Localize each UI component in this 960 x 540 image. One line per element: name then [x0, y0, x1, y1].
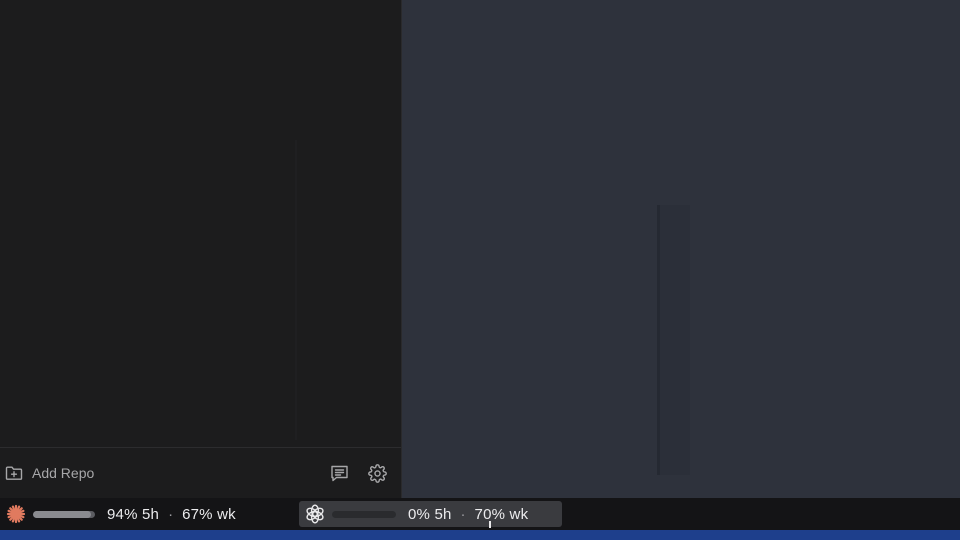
openai-separator: ·	[460, 505, 466, 523]
status-bar: 94% 5h · 67% wk 0% 5h · 70% wk	[0, 498, 960, 530]
sidebar: Add Repo	[0, 0, 402, 498]
mouse-cursor	[489, 521, 491, 528]
openai-logo-icon	[305, 504, 325, 524]
app-window: Add Repo 94% 5h · 67% wk 0% 5h · 70% wk	[0, 0, 960, 540]
sidebar-footer: Add Repo	[0, 447, 401, 498]
main-ghost-panel	[660, 205, 690, 475]
sidebar-resize-ghost	[295, 140, 297, 440]
folder-plus-icon	[5, 464, 23, 482]
claude-usage-indicator[interactable]: 94% 5h · 67% wk	[0, 501, 296, 527]
claude-session-usage: 94% 5h	[107, 505, 160, 523]
openai-session-usage: 0% 5h	[408, 505, 452, 523]
bottom-accent-strip	[0, 530, 960, 540]
claude-session-progress-fill	[33, 510, 92, 518]
add-repo-label: Add Repo	[32, 465, 95, 481]
sidebar-footer-actions	[329, 463, 387, 483]
main-resize-ghost	[657, 205, 660, 475]
openai-week-usage: 70% wk	[474, 505, 529, 523]
openai-usage-indicator[interactable]: 0% 5h · 70% wk	[299, 501, 562, 527]
gear-icon[interactable]	[367, 463, 387, 483]
claude-logo-icon	[6, 504, 26, 524]
main-panel	[402, 0, 960, 498]
add-repo-button[interactable]: Add Repo	[5, 459, 94, 487]
sidebar-repo-list	[0, 0, 401, 447]
message-icon[interactable]	[329, 463, 349, 483]
claude-week-usage: 67% wk	[182, 505, 236, 523]
claude-session-progress-bar	[33, 510, 95, 518]
claude-separator: ·	[168, 505, 174, 523]
openai-session-progress-bar	[332, 510, 396, 518]
